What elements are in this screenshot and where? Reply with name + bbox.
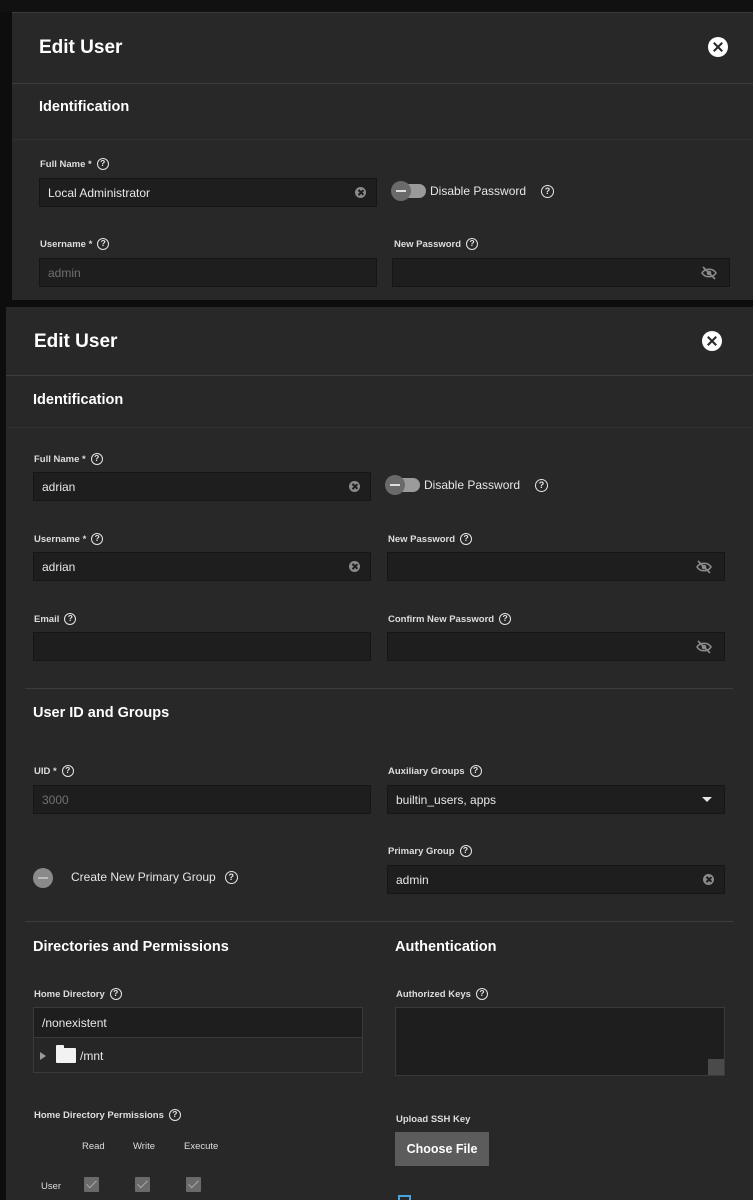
help-icon[interactable]: ? [96, 158, 109, 170]
chevron-down-icon[interactable] [702, 797, 712, 802]
username-label: Username * ? [40, 238, 110, 250]
edit-user-dialog: Edit User Identification Full Name * ? a… [6, 307, 753, 1200]
help-icon[interactable]: ? [64, 613, 77, 625]
section-title-identification: Identification [33, 392, 124, 408]
help-icon[interactable]: ? [109, 988, 122, 1000]
help-icon[interactable]: ? [499, 613, 512, 625]
dialog-title: Edit User [39, 37, 123, 58]
confirm-password-input[interactable] [387, 632, 725, 661]
checkbox-partial[interactable] [398, 1195, 411, 1200]
section-title-authentication: Authentication [395, 939, 497, 955]
clear-icon[interactable] [349, 481, 360, 492]
eye-off-icon[interactable] [696, 639, 712, 654]
resize-handle[interactable] [708, 1059, 724, 1075]
close-icon[interactable] [708, 37, 728, 57]
full-name-input[interactable]: adrian [33, 472, 371, 501]
help-icon[interactable]: ? [91, 533, 104, 545]
clear-icon[interactable] [349, 561, 360, 572]
section-title-identification: Identification [39, 99, 130, 115]
upload-ssh-key-label: Upload SSH Key [396, 1114, 471, 1125]
divider [12, 139, 753, 140]
authorized-keys-label: Authorized Keys ? [396, 988, 488, 1000]
home-directory-explorer: /nonexistent /mnt [33, 1007, 363, 1073]
section-title-user-id-groups: User ID and Groups [33, 705, 170, 721]
help-icon[interactable]: ? [168, 1109, 181, 1121]
auxiliary-groups-label: Auxiliary Groups ? [388, 765, 482, 777]
section-title-directories: Directories and Permissions [33, 939, 229, 955]
auxiliary-groups-select[interactable]: builtin_users, apps [387, 785, 725, 814]
toggle-switch[interactable] [385, 475, 420, 495]
new-password-label: New Password ? [394, 238, 479, 250]
window-top-strip [0, 0, 753, 12]
folder-icon [56, 1045, 76, 1063]
help-icon[interactable]: ? [90, 453, 103, 465]
new-password-label: New Password ? [388, 533, 473, 545]
divider [12, 83, 753, 84]
username-input[interactable]: adrian [33, 552, 371, 581]
divider [25, 688, 733, 689]
divider [6, 427, 753, 428]
help-icon[interactable]: ? [459, 845, 472, 857]
eye-off-icon[interactable] [696, 559, 712, 574]
edit-user-dialog-back: Edit User Identification Full Name * ? L… [12, 12, 753, 300]
help-icon[interactable]: ? [97, 238, 110, 250]
help-icon[interactable]: ? [535, 478, 549, 492]
new-password-input[interactable] [392, 258, 730, 287]
uid-input[interactable]: 3000 [33, 785, 371, 814]
toggle-switch[interactable] [391, 181, 426, 201]
home-permissions-label: Home Directory Permissions ? [34, 1109, 181, 1121]
email-label: Email ? [34, 613, 77, 625]
create-primary-group-label: Create New Primary Group ? [71, 870, 238, 884]
primary-group-input[interactable]: admin [387, 865, 725, 894]
username-input[interactable]: admin [39, 258, 377, 287]
authorized-keys-textarea[interactable] [395, 1007, 725, 1076]
new-password-input[interactable] [387, 552, 725, 581]
toggle-knob [385, 475, 405, 495]
home-directory-input[interactable]: /nonexistent [33, 1007, 363, 1038]
help-icon[interactable]: ? [61, 765, 74, 777]
username-label: Username * ? [34, 533, 104, 545]
help-icon[interactable]: ? [541, 184, 555, 198]
perm-column-execute: Execute [184, 1141, 219, 1152]
uid-label: UID * ? [34, 765, 74, 777]
eye-off-icon[interactable] [701, 265, 717, 280]
user-execute-checkbox[interactable] [186, 1177, 201, 1192]
close-icon[interactable] [702, 331, 722, 351]
perm-column-write: Write [133, 1141, 155, 1152]
perm-column-read: Read [82, 1141, 105, 1152]
user-write-checkbox[interactable] [135, 1177, 150, 1192]
expand-arrow-icon[interactable] [40, 1051, 46, 1060]
help-icon[interactable]: ? [224, 870, 238, 884]
clear-icon[interactable] [703, 874, 714, 885]
create-primary-group-toggle[interactable] [33, 868, 53, 888]
perm-row-user: User [41, 1181, 62, 1192]
disable-password-toggle[interactable]: Disable Password ? [385, 475, 549, 495]
help-icon[interactable]: ? [469, 765, 482, 777]
confirm-password-label: Confirm New Password ? [388, 613, 512, 625]
dialog-title: Edit User [34, 331, 118, 352]
full-name-label: Full Name * ? [40, 158, 109, 170]
help-icon[interactable]: ? [460, 533, 473, 545]
home-directory-label: Home Directory ? [34, 988, 122, 1000]
primary-group-label: Primary Group ? [388, 845, 472, 857]
clear-icon[interactable] [355, 187, 366, 198]
full-name-label: Full Name * ? [34, 453, 103, 465]
disable-password-toggle[interactable]: Disable Password ? [391, 181, 555, 201]
help-icon[interactable]: ? [466, 238, 479, 250]
divider [6, 375, 753, 376]
choose-file-button[interactable]: Choose File [395, 1132, 489, 1166]
user-read-checkbox[interactable] [84, 1177, 99, 1192]
email-input[interactable] [33, 632, 371, 661]
toggle-knob [391, 181, 411, 201]
divider [25, 921, 733, 922]
tree-item-mnt[interactable]: /mnt [40, 1045, 103, 1063]
help-icon[interactable]: ? [475, 988, 488, 1000]
full-name-input[interactable]: Local Administrator [39, 178, 377, 207]
